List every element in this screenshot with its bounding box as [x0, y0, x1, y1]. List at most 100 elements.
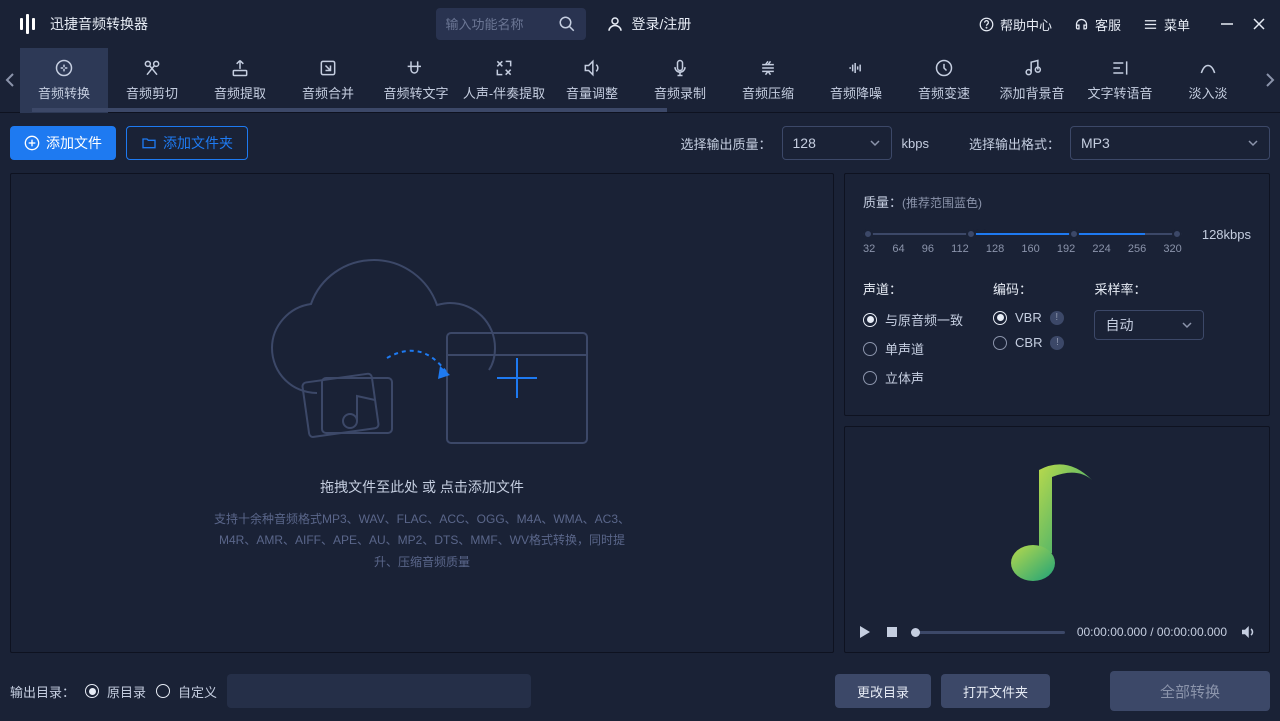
tool-icon — [142, 58, 162, 78]
tool-icon — [1198, 58, 1218, 78]
bottombar: 输出目录： 原目录 自定义 更改目录 打开文件夹 全部转换 — [0, 661, 1280, 721]
chevron-down-icon — [869, 137, 881, 149]
tool-icon — [406, 58, 426, 78]
encoding-title: 编码： — [993, 279, 1064, 298]
add-folder-button[interactable]: 添加文件夹 — [126, 126, 248, 160]
stop-button[interactable] — [885, 625, 899, 639]
tool-icon — [934, 58, 954, 78]
tool-10[interactable]: 音频变速 — [900, 48, 988, 113]
slider-tick-320[interactable] — [1172, 229, 1182, 239]
tool-label: 文字转语音 — [1087, 83, 1152, 102]
app-title: 迅捷音频转换器 — [50, 14, 148, 34]
encoding-opts-option-1[interactable]: CBR! — [993, 335, 1064, 350]
tool-label: 淡入淡 — [1188, 83, 1227, 102]
bitrate-select[interactable]: 128 — [782, 126, 892, 160]
slider-label: 64 — [892, 243, 904, 255]
logo-icon — [14, 11, 40, 37]
info-icon[interactable]: ! — [1050, 311, 1064, 325]
tool-13[interactable]: 淡入淡 — [1164, 48, 1252, 113]
add-file-button[interactable]: 添加文件 — [10, 126, 116, 160]
toolbar-next[interactable] — [1260, 48, 1280, 112]
slider-tick-256[interactable] — [976, 229, 986, 233]
tool-label: 音频转换 — [38, 83, 90, 102]
player-panel: 00:00:00.000 / 00:00:00.000 — [844, 426, 1270, 653]
tool-label: 音频提取 — [214, 83, 266, 102]
tool-label: 音频转文字 — [383, 83, 448, 102]
player-visual — [845, 427, 1269, 612]
search-box[interactable] — [436, 8, 586, 40]
progress-bar[interactable] — [911, 631, 1065, 634]
support-link[interactable]: 客服 — [1074, 15, 1121, 34]
channel-opts-option-0[interactable]: 与原音频一致 — [863, 310, 963, 329]
tool-icon — [53, 58, 75, 78]
slider-label: 192 — [1057, 243, 1075, 255]
open-folder-button[interactable]: 打开文件夹 — [941, 674, 1050, 708]
tool-icon — [582, 58, 602, 78]
help-link[interactable]: 帮助中心 — [979, 15, 1052, 34]
quality-current: 128kbps — [1202, 227, 1251, 242]
output-path-input[interactable] — [227, 674, 531, 708]
tool-8[interactable]: 音频压缩 — [724, 48, 812, 113]
convert-all-button[interactable]: 全部转换 — [1110, 671, 1270, 711]
drop-area[interactable]: 拖拽文件至此处 或 点击添加文件 支持十余种音频格式MP3、WAV、FLAC、A… — [10, 173, 834, 653]
search-icon[interactable] — [558, 15, 576, 33]
tool-icon — [318, 58, 338, 78]
quality-title: 质量： — [863, 195, 902, 210]
tool-9[interactable]: 音频降噪 — [812, 48, 900, 113]
actionbar: 添加文件 添加文件夹 选择输出质量： 128 kbps 选择输出格式： MP3 — [0, 113, 1280, 173]
slider-tick-64[interactable] — [966, 229, 976, 239]
tool-2[interactable]: 音频提取 — [196, 48, 284, 113]
tool-label: 音频合并 — [302, 83, 354, 102]
channel-opts-option-2[interactable]: 立体声 — [863, 368, 963, 387]
search-input[interactable] — [446, 17, 550, 32]
change-dir-button[interactable]: 更改目录 — [835, 674, 931, 708]
tool-5[interactable]: 人声-伴奏提取 — [460, 48, 548, 113]
tool-icon — [758, 58, 778, 78]
slider-label: 224 — [1092, 243, 1110, 255]
volume-button[interactable] — [1239, 623, 1257, 641]
toolbar-prev[interactable] — [0, 48, 20, 112]
tool-7[interactable]: 音频录制 — [636, 48, 724, 113]
output-original-radio[interactable]: 原目录 — [85, 682, 146, 701]
toolbar-items: 音频转换 音频剪切 音频提取 音频合并 音频转文字人声-伴奏提取音量调整音频录制 音频压缩… — [20, 48, 1260, 113]
user-icon — [606, 15, 624, 33]
tool-label: 人声-伴奏提取 — [463, 83, 545, 102]
quality-panel: 质量：(推荐范围蓝色) 326496112128160192224256320 … — [844, 173, 1270, 416]
sample-rate-select[interactable]: 自动 — [1094, 310, 1204, 340]
tool-12[interactable]: 文字转语音 — [1076, 48, 1164, 113]
tool-3[interactable]: 音频合并 — [284, 48, 372, 113]
tool-6[interactable]: 音量调整 — [548, 48, 636, 113]
tool-11[interactable]: 添加背景音 — [988, 48, 1076, 113]
chevron-down-icon — [1247, 137, 1259, 149]
slider-label: 96 — [922, 243, 934, 255]
output-custom-radio[interactable]: 自定义 — [156, 682, 217, 701]
channel-opts-option-1[interactable]: 单声道 — [863, 339, 963, 358]
tool-icon — [230, 58, 250, 78]
tool-label: 音频剪切 — [126, 83, 178, 102]
tool-0[interactable]: 音频转换 — [20, 48, 108, 113]
close-button[interactable] — [1252, 17, 1266, 31]
tool-icon — [494, 58, 514, 78]
play-button[interactable] — [857, 624, 873, 640]
tool-label: 音频录制 — [654, 83, 706, 102]
slider-tick-32[interactable] — [863, 229, 873, 239]
drop-description: 支持十余种音频格式MP3、WAV、FLAC、ACC、OGG、M4A、WMA、AC… — [212, 509, 632, 574]
toolbar-scrollbar[interactable] — [32, 108, 667, 112]
drop-text: 拖拽文件至此处 或 点击添加文件 — [320, 477, 524, 497]
encoding-opts-option-0[interactable]: VBR! — [993, 310, 1064, 325]
tool-1[interactable]: 音频剪切 — [108, 48, 196, 113]
slider-tick-96[interactable] — [1069, 229, 1079, 239]
menu-button[interactable]: 菜单 — [1143, 15, 1190, 34]
info-icon[interactable]: ! — [1050, 336, 1064, 350]
tool-icon — [1110, 58, 1130, 78]
slider-label: 256 — [1128, 243, 1146, 255]
tool-label: 音频压缩 — [742, 83, 794, 102]
tool-label: 音频变速 — [918, 83, 970, 102]
format-select[interactable]: MP3 — [1070, 126, 1270, 160]
tool-4[interactable]: 音频转文字 — [372, 48, 460, 113]
minimize-button[interactable] — [1220, 17, 1234, 31]
tool-icon — [1022, 58, 1042, 78]
tool-label: 音频降噪 — [830, 83, 882, 102]
quality-slider[interactable]: 326496112128160192224256320 — [863, 229, 1182, 255]
auth-link[interactable]: 登录/注册 — [606, 14, 692, 34]
